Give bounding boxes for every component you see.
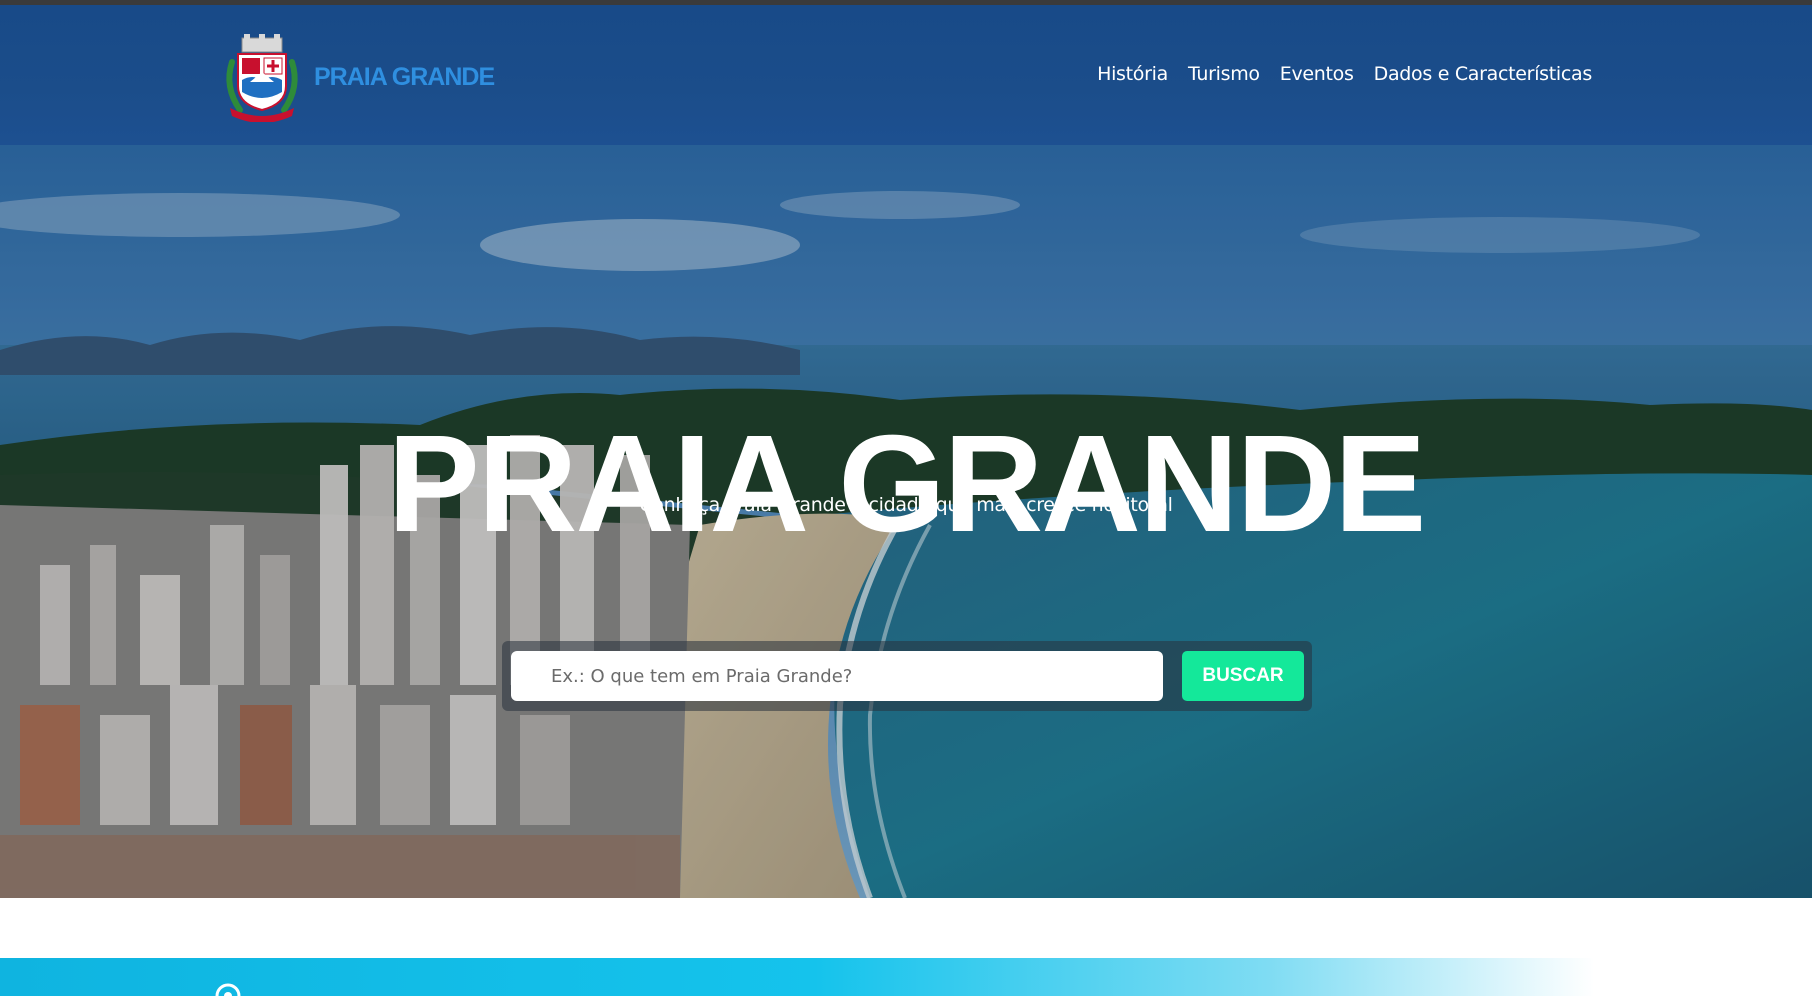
search-button[interactable]: BUSCAR: [1182, 651, 1304, 701]
navbar: PRAIA GRANDE História Turismo Eventos Da…: [0, 5, 1812, 145]
nav-item-dados-caracteristicas[interactable]: Dados e Características: [1374, 63, 1593, 85]
hero-section: PRAIA GRANDE Conheça Praia Grande a cida…: [0, 145, 1812, 898]
highlights-section-header: [0, 958, 1812, 996]
hero-title: PRAIA GRANDE: [387, 407, 1427, 562]
nav-item-historia[interactable]: História: [1097, 63, 1168, 85]
brand-name: PRAIA GRANDE: [314, 62, 495, 91]
nav-item-eventos[interactable]: Eventos: [1280, 63, 1354, 85]
search-bar: BUSCAR: [502, 641, 1312, 711]
location-pin-icon: [215, 983, 241, 996]
hero-subtitle: Conheça Praia Grande a cidade que mais c…: [639, 494, 1173, 516]
search-input[interactable]: [511, 651, 1163, 701]
coat-of-arms-icon: [226, 34, 298, 122]
section-spacer: [0, 898, 1812, 958]
brand-logo-link[interactable]: PRAIA GRANDE: [220, 32, 495, 122]
main-nav: História Turismo Eventos Dados e Caracte…: [1077, 63, 1592, 85]
nav-item-turismo[interactable]: Turismo: [1188, 63, 1260, 85]
